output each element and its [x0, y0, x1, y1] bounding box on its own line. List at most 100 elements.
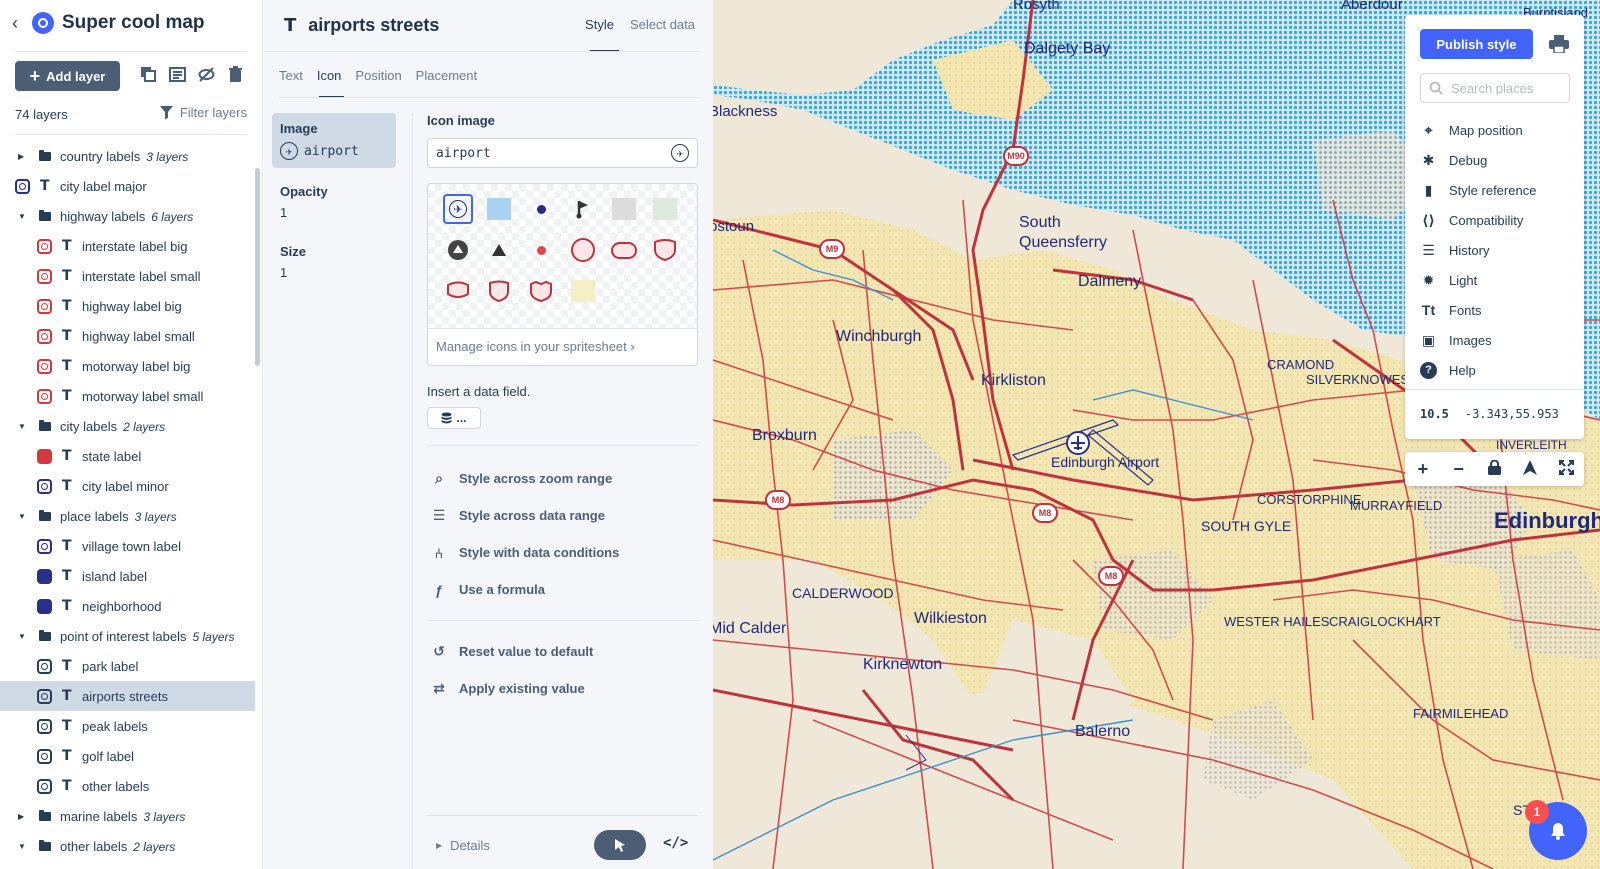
caret-down-icon[interactable]: ▼	[18, 212, 26, 221]
layer-visibility-icon[interactable]	[37, 388, 52, 404]
style-zoom-range-button[interactable]: ⌕ Style across zoom range	[427, 460, 698, 497]
layer-visibility-icon[interactable]	[37, 328, 52, 344]
layer-visibility-icon[interactable]	[37, 778, 52, 794]
green-pattern-sprite-icon[interactable]	[650, 194, 680, 224]
back-chevron-icon[interactable]: ‹	[12, 13, 24, 34]
dot-red-sprite-icon[interactable]	[526, 235, 556, 265]
zoom-in-icon[interactable]: +	[1410, 459, 1436, 480]
layer-row[interactable]: Tvillage town label	[0, 531, 255, 561]
caret-down-icon[interactable]: ▼	[18, 842, 26, 851]
search-places-input[interactable]: Search places	[1420, 73, 1570, 103]
caret-down-icon[interactable]: ▼	[18, 632, 26, 641]
style-data-range-button[interactable]: ☰ Style across data range	[427, 497, 698, 534]
caret-down-icon[interactable]: ▼	[18, 422, 26, 431]
peak-circle-sprite-icon[interactable]	[443, 235, 473, 265]
manage-icons-link[interactable]: Manage icons in your spritesheet ›	[436, 339, 635, 354]
menu-history[interactable]: ☰ History	[1420, 235, 1536, 265]
grey-pattern-sprite-icon[interactable]	[609, 194, 639, 224]
publish-style-button[interactable]: Publish style	[1420, 29, 1533, 59]
layer-row[interactable]: Thighway label small	[0, 321, 255, 351]
fullscreen-icon[interactable]	[1553, 459, 1579, 480]
caret-right-icon[interactable]: ▶	[18, 812, 26, 821]
layer-visibility-icon[interactable]	[37, 238, 52, 254]
insert-data-field-button[interactable]: ...	[427, 407, 481, 429]
layer-visibility-icon[interactable]	[37, 598, 52, 614]
menu-debug[interactable]: ✱ Debug	[1420, 145, 1536, 175]
layer-row[interactable]: Tpark label	[0, 651, 255, 681]
layer-visibility-icon[interactable]	[37, 448, 52, 464]
tab-text[interactable]: Text	[279, 68, 303, 83]
layer-row[interactable]: Tairports streets	[0, 681, 255, 711]
style-title[interactable]: Super cool map	[62, 12, 205, 34]
apply-existing-button[interactable]: ⇄ Apply existing value	[427, 670, 698, 707]
group-icon[interactable]	[169, 66, 186, 83]
menu-style-reference[interactable]: ▮ Style reference	[1420, 175, 1537, 205]
layer-visibility-icon[interactable]	[37, 358, 52, 374]
menu-help[interactable]: ? Help	[1420, 355, 1536, 385]
layer-visibility-icon[interactable]	[37, 688, 52, 704]
property-size[interactable]: Size 1	[272, 236, 396, 288]
lock-icon[interactable]	[1481, 459, 1507, 480]
layer-row[interactable]: Tmotorway label small	[0, 381, 255, 411]
add-layer-button[interactable]: + Add layer	[15, 61, 120, 91]
use-formula-button[interactable]: ƒ Use a formula	[427, 571, 698, 608]
layer-group-row[interactable]: ▼ point of interest labels 5 layers	[0, 621, 255, 651]
sand-pattern-sprite-icon[interactable]	[568, 276, 598, 306]
layer-visibility-icon[interactable]	[15, 178, 30, 194]
duplicate-icon[interactable]	[140, 66, 157, 83]
inspect-button[interactable]	[594, 830, 646, 860]
caret-right-icon[interactable]: ▶	[18, 152, 26, 161]
layer-group-row[interactable]: ▼ city labels 2 layers	[0, 411, 255, 441]
reset-default-button[interactable]: ↺ Reset value to default	[427, 633, 698, 670]
hide-icon[interactable]	[198, 66, 215, 83]
property-opacity[interactable]: Opacity 1	[272, 176, 396, 228]
property-image[interactable]: Image ✈ airport	[272, 113, 396, 168]
layer-title[interactable]: airports streets	[308, 15, 439, 36]
compass-icon[interactable]	[1517, 459, 1543, 480]
layer-row[interactable]: Tinterstate label small	[0, 261, 255, 291]
tab-style[interactable]: Style	[585, 17, 614, 32]
layer-row[interactable]: Tcity label major	[0, 171, 255, 201]
menu-compatibility[interactable]: ⟨⟩ Compatibility	[1420, 205, 1536, 235]
layer-visibility-icon[interactable]	[37, 298, 52, 314]
style-data-conditions-button[interactable]: ⑃ Style with data conditions	[427, 534, 698, 571]
layer-row[interactable]: Thighway label big	[0, 291, 255, 321]
menu-images[interactable]: ▣ Images	[1420, 325, 1536, 355]
shield-c-sprite-icon[interactable]	[526, 276, 556, 306]
icon-image-input[interactable]: airport ✈	[427, 138, 698, 168]
layer-group-row[interactable]: ▶ marine labels 3 layers	[0, 801, 255, 831]
layer-row[interactable]: Tinterstate label big	[0, 231, 255, 261]
dot-blue-sprite-icon[interactable]	[526, 194, 556, 224]
layer-row[interactable]: Tisland label	[0, 561, 255, 591]
layer-row[interactable]: Tgolf label	[0, 741, 255, 771]
layer-visibility-icon[interactable]	[37, 478, 52, 494]
caret-down-icon[interactable]: ▼	[18, 512, 26, 521]
menu-fonts[interactable]: Tt Fonts	[1420, 295, 1536, 325]
shield-b-sprite-icon[interactable]	[484, 276, 514, 306]
details-toggle[interactable]: ▶ Details	[436, 838, 490, 853]
layer-row[interactable]: Tpeak labels	[0, 711, 255, 741]
tab-select-data[interactable]: Select data	[630, 17, 695, 32]
layer-group-row[interactable]: ▼ highway labels 6 layers	[0, 201, 255, 231]
tab-placement[interactable]: Placement	[416, 68, 477, 83]
layer-visibility-icon[interactable]	[37, 538, 52, 554]
layer-visibility-icon[interactable]	[37, 748, 52, 764]
sidebar-scrollbar[interactable]	[255, 168, 260, 366]
layer-row[interactable]: Tstate label	[0, 441, 255, 471]
menu-map-position[interactable]: ⌖ Map position	[1420, 115, 1536, 145]
us-shield-sprite-icon[interactable]	[650, 235, 680, 265]
layer-group-row[interactable]: ▶ country labels 3 layers	[0, 141, 255, 171]
shield-a-sprite-icon[interactable]	[443, 276, 473, 306]
airport-sprite-icon[interactable]: ✈	[443, 194, 473, 224]
triangle-sprite-icon[interactable]	[484, 235, 514, 265]
layer-group-row[interactable]: ▼ place labels 3 layers	[0, 501, 255, 531]
layer-visibility-icon[interactable]	[37, 658, 52, 674]
layer-visibility-icon[interactable]	[37, 568, 52, 584]
zoom-out-icon[interactable]: −	[1446, 459, 1472, 480]
rounded-shield-sprite-icon[interactable]	[609, 235, 639, 265]
print-icon[interactable]	[1549, 35, 1569, 53]
layer-row[interactable]: Tmotorway label big	[0, 351, 255, 381]
water-pattern-sprite-icon[interactable]	[484, 194, 514, 224]
layer-row[interactable]: Tcity label minor	[0, 471, 255, 501]
golf-flag-sprite-icon[interactable]	[568, 194, 598, 224]
